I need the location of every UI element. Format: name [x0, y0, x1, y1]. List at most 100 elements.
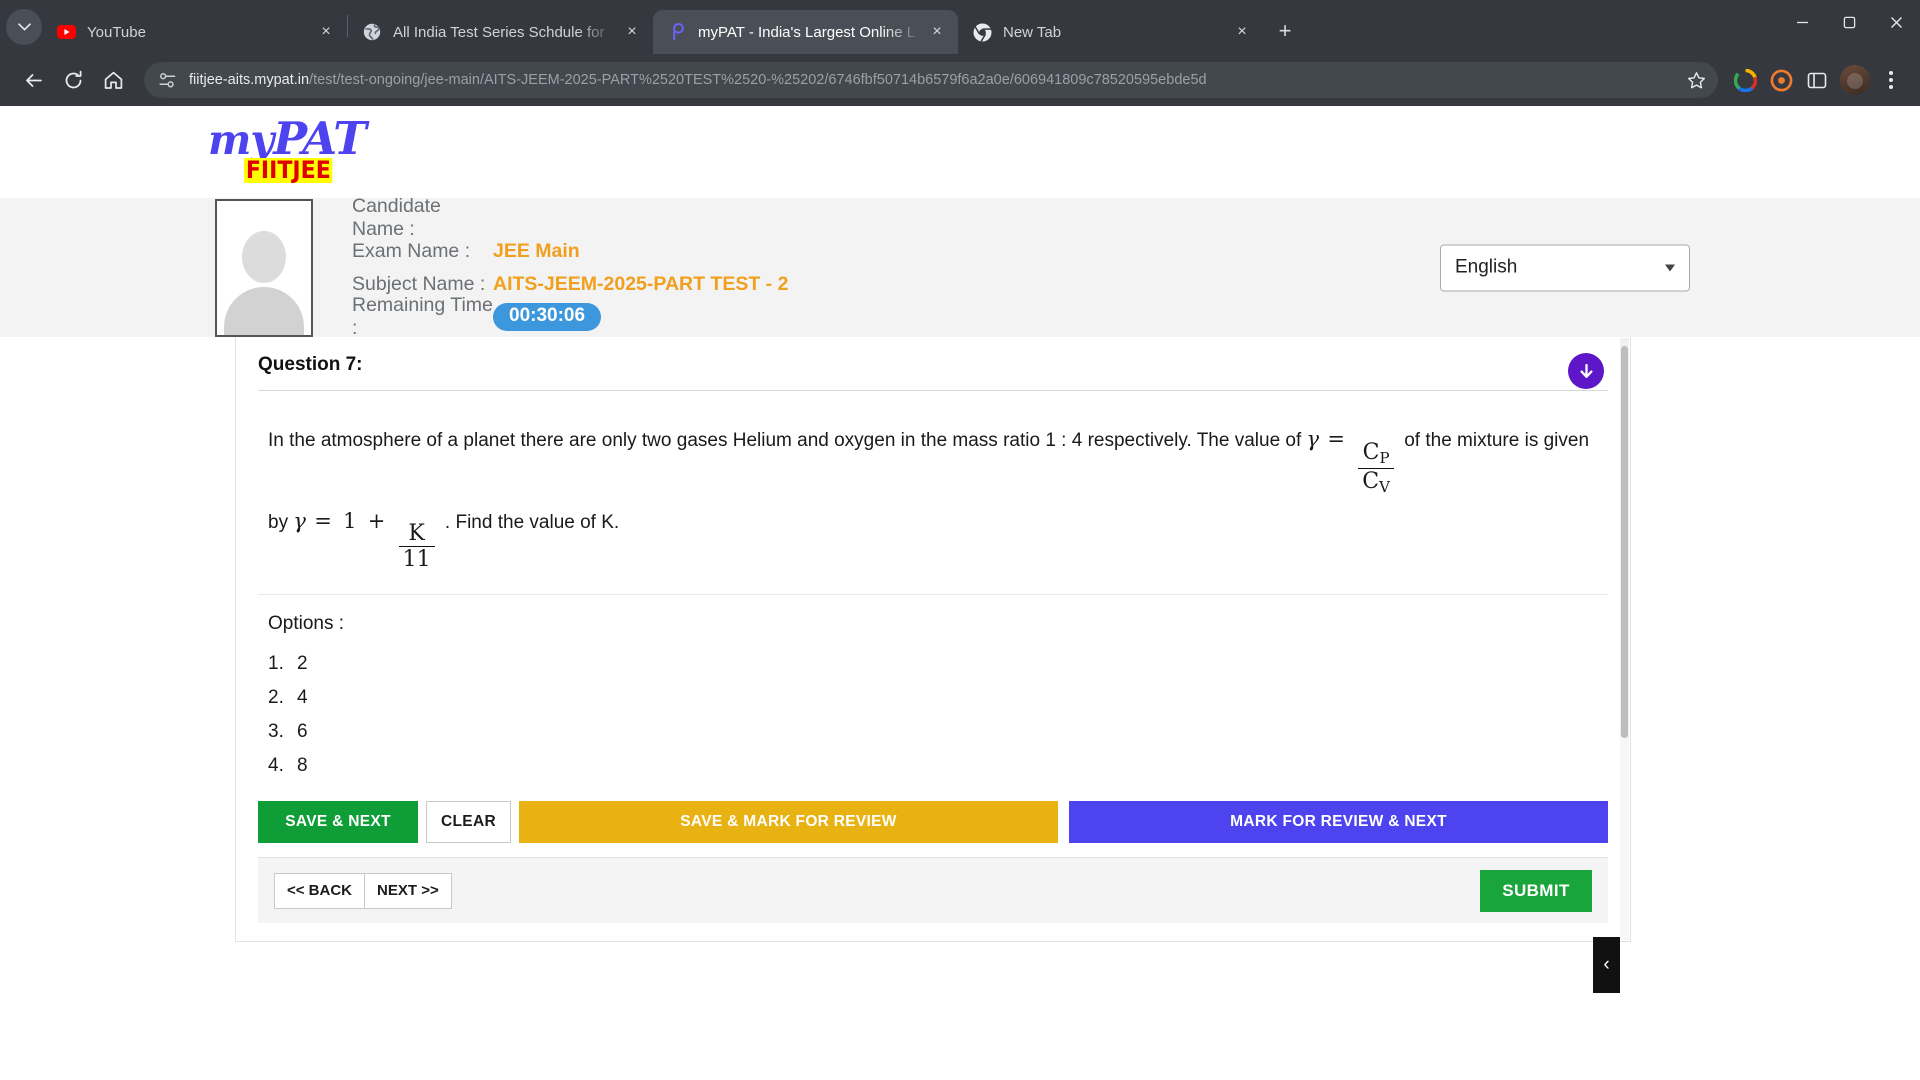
tab-close-button[interactable]: ×	[315, 21, 337, 43]
browser-tab-mypat[interactable]: myPAT - India's Largest Online L ×	[653, 10, 958, 54]
browser-tab-youtube[interactable]: YouTube ×	[42, 10, 347, 54]
remaining-time-label: Remaining Time :	[352, 294, 493, 339]
home-button[interactable]	[94, 61, 132, 99]
question-panel-toggle[interactable]: ‹	[1593, 937, 1620, 993]
window-minimize-button[interactable]	[1779, 0, 1826, 44]
option-item-3[interactable]: 3. 6	[268, 715, 1608, 749]
next-button[interactable]: NEXT >>	[365, 872, 452, 909]
question-heading: Question 7:	[258, 337, 1608, 391]
tab-title: All India Test Series Schdule for	[393, 23, 605, 41]
browser-menu-button[interactable]	[1876, 63, 1906, 97]
candidate-info-bar: Candidate Name : Exam Name : JEE Main Su…	[0, 195, 1920, 339]
mypat-fiitjee-logo[interactable]: myPAT FIITJEE	[208, 116, 368, 188]
chevron-down-icon	[17, 23, 31, 31]
cp-subscript: P	[1379, 448, 1390, 467]
subject-name-label: Subject Name :	[352, 272, 486, 295]
option-item-1[interactable]: 1. 2	[268, 647, 1608, 681]
forward-button[interactable]	[54, 61, 92, 99]
candidate-name-row: Candidate Name :	[352, 195, 788, 240]
site-header: myPAT FIITJEE	[0, 106, 1920, 198]
new-tab-button[interactable]: +	[1269, 15, 1301, 47]
browser-tab-new-tab[interactable]: New Tab ×	[958, 10, 1263, 54]
address-bar[interactable]: fiitjee-aits.mypat.in/test/test-ongoing/…	[144, 62, 1718, 98]
language-select[interactable]: English	[1440, 244, 1690, 291]
cp-over-cv-fraction: CP CV	[1358, 441, 1394, 496]
k-over-11-fraction: K 11	[398, 522, 435, 571]
extension-icon-colorful[interactable]	[1728, 63, 1762, 97]
window-maximize-button[interactable]	[1826, 0, 1873, 44]
arrow-down-icon	[1579, 363, 1593, 378]
fraction-denominator: 11	[398, 546, 435, 571]
tab-title: YouTube	[87, 23, 146, 41]
mypat-icon	[667, 22, 687, 42]
cp-c: C	[1362, 439, 1380, 465]
mark-for-review-and-next-button[interactable]: MARK FOR REVIEW & NEXT	[1069, 801, 1608, 844]
browser-toolbar: fiitjee-aits.mypat.in/test/test-ongoing/…	[0, 54, 1920, 106]
option-item-2[interactable]: 2. 4	[268, 681, 1608, 715]
back-button[interactable]: << BACK	[274, 872, 366, 909]
equals-symbol-2: =	[314, 508, 332, 533]
option-number: 1.	[268, 653, 284, 675]
logo-mypat-text: myPAT	[208, 116, 367, 161]
arrow-left-icon	[25, 73, 42, 87]
question-text: In the atmosphere of a planet there are …	[258, 391, 1608, 596]
exam-name-row: Exam Name : JEE Main	[352, 238, 788, 265]
question-card: Question 7: In the atmosphere of a plane…	[235, 337, 1631, 943]
tab-close-button[interactable]: ×	[621, 21, 643, 43]
close-icon	[1891, 16, 1902, 28]
tab-close-button[interactable]: ×	[1231, 21, 1253, 43]
reload-icon	[65, 70, 81, 88]
url-path: /test/test-ongoing/jee-main/AITS-JEEM-20…	[309, 72, 1207, 88]
extension-icon-orange[interactable]	[1764, 63, 1798, 97]
bookmark-star-icon[interactable]	[1687, 71, 1706, 90]
browser-tab-test-series[interactable]: All India Test Series Schdule for ×	[348, 10, 653, 54]
window-close-button[interactable]	[1873, 0, 1920, 44]
option-text: 8	[297, 755, 308, 777]
candidate-details: Candidate Name : Exam Name : JEE Main Su…	[352, 195, 788, 339]
logo-fiitjee-text: FIITJEE	[244, 156, 333, 184]
profile-avatar[interactable]	[1840, 65, 1870, 95]
menu-dot	[1889, 78, 1893, 82]
option-number: 4.	[268, 755, 284, 777]
gamma-symbol-2: γ	[293, 508, 306, 533]
candidate-name-label: Candidate Name :	[352, 195, 441, 240]
page-content: myPAT FIITJEE Candidate Name : Exam Name…	[0, 106, 1920, 993]
extensions-puzzle-icon[interactable]	[1800, 63, 1834, 97]
action-button-row: SAVE & NEXT CLEAR SAVE & MARK FOR REVIEW…	[258, 801, 1608, 857]
scroll-down-button[interactable]	[1568, 353, 1604, 389]
option-text: 2	[297, 653, 308, 675]
save-and-next-button[interactable]: SAVE & NEXT	[258, 801, 418, 844]
save-and-mark-for-review-button[interactable]: SAVE & MARK FOR REVIEW	[519, 801, 1058, 844]
remaining-time-row: Remaining Time : 00:30:06	[352, 294, 788, 339]
scrollbar-thumb[interactable]	[1621, 346, 1628, 738]
exam-name-label: Exam Name :	[352, 239, 471, 262]
plus-symbol: +	[367, 508, 386, 533]
clear-button[interactable]: CLEAR	[426, 801, 511, 844]
chrome-icon	[972, 22, 992, 42]
option-item-4[interactable]: 4. 8	[268, 749, 1608, 783]
option-text: 6	[297, 721, 308, 743]
cv-c: C	[1362, 468, 1380, 494]
question-footer: << BACK NEXT >> SUBMIT	[258, 857, 1608, 924]
question-scrollbar[interactable]	[1620, 338, 1629, 738]
avatar-head	[242, 231, 286, 283]
maximize-icon	[1843, 16, 1856, 28]
gamma-symbol: γ	[1306, 427, 1320, 451]
tab-title: myPAT - India's Largest Online L	[698, 23, 916, 41]
language-select-value: English	[1455, 256, 1518, 278]
home-icon	[104, 71, 122, 89]
tab-close-button[interactable]: ×	[926, 21, 948, 43]
window-controls	[1779, 0, 1920, 44]
back-button[interactable]	[14, 61, 52, 99]
option-list: 1. 2 2. 4 3. 6 4. 8	[258, 637, 1608, 801]
options-label: Options :	[268, 613, 345, 635]
tab-search-button[interactable]	[6, 9, 42, 45]
site-settings-icon[interactable]	[154, 67, 180, 93]
fraction-numerator: CP	[1359, 441, 1394, 468]
candidate-photo	[215, 199, 313, 337]
menu-dot	[1889, 71, 1893, 75]
option-number: 2.	[268, 687, 284, 709]
tab-strip: YouTube × All India Test Series Schdule …	[42, 0, 1920, 54]
minimize-icon	[1797, 21, 1808, 23]
submit-button[interactable]: SUBMIT	[1480, 869, 1592, 912]
